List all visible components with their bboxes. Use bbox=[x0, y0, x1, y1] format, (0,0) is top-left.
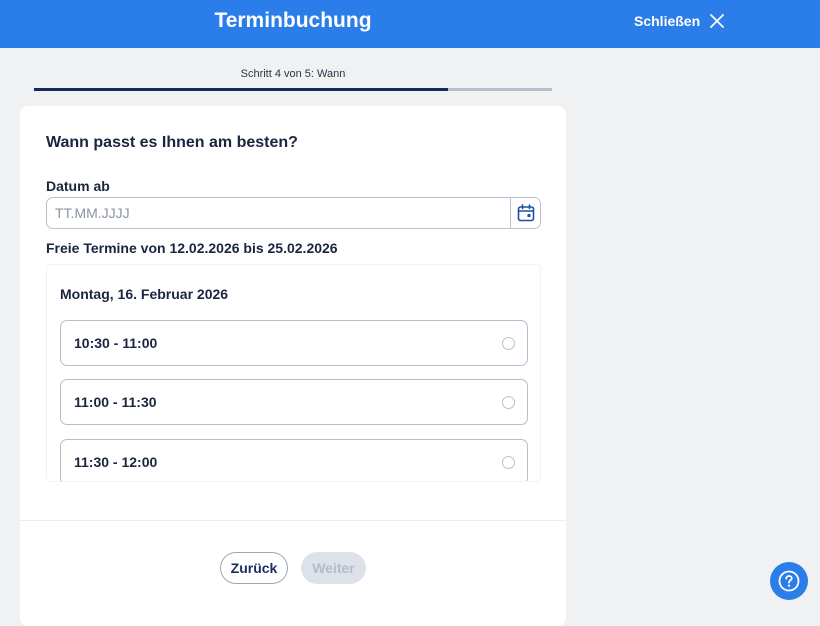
back-button[interactable]: Zurück bbox=[220, 552, 288, 584]
slot-radio[interactable] bbox=[502, 336, 515, 350]
form-card: Wann passt es Ihnen am besten? Datum ab … bbox=[20, 106, 566, 626]
help-button[interactable] bbox=[770, 562, 808, 600]
time-slot-option[interactable]: 11:30 - 12:00 bbox=[60, 439, 528, 481]
top-bar: Terminbuchung Schließen bbox=[0, 0, 820, 48]
day-heading: Montag, 16. Februar 2026 bbox=[60, 286, 229, 302]
time-slot-label: 11:30 - 12:00 bbox=[74, 454, 158, 470]
card-divider bbox=[20, 520, 566, 521]
close-icon bbox=[710, 14, 725, 28]
time-slots-panel: Montag, 16. Februar 2026 10:30 - 11:00 1… bbox=[46, 264, 541, 482]
help-icon bbox=[778, 570, 800, 592]
progress-bar bbox=[34, 88, 552, 91]
slot-radio[interactable] bbox=[502, 455, 515, 469]
date-field-group bbox=[46, 197, 541, 229]
calendar-icon bbox=[517, 204, 534, 222]
calendar-button[interactable] bbox=[510, 198, 540, 228]
date-input[interactable] bbox=[47, 198, 510, 228]
time-slot-option[interactable]: 10:30 - 11:00 bbox=[60, 320, 528, 366]
page-title: Terminbuchung bbox=[214, 9, 372, 32]
time-slot-label: 10:30 - 11:00 bbox=[74, 335, 158, 351]
close-label: Schließen bbox=[634, 13, 701, 29]
close-button[interactable]: Schließen bbox=[628, 8, 730, 34]
progress-label: Schritt 4 von 5: Wann bbox=[240, 68, 346, 80]
available-range-text: Freie Termine von 12.02.2026 bis 25.02.2… bbox=[46, 240, 338, 256]
date-label: Datum ab bbox=[46, 178, 110, 194]
time-slot-option[interactable]: 11:00 - 11:30 bbox=[60, 379, 528, 425]
progress-bar-fill bbox=[34, 88, 449, 91]
form-heading: Wann passt es Ihnen am besten? bbox=[46, 134, 298, 151]
slot-radio[interactable] bbox=[502, 395, 515, 409]
time-slot-label: 11:00 - 11:30 bbox=[74, 394, 157, 410]
next-button[interactable]: Weiter bbox=[301, 552, 366, 584]
